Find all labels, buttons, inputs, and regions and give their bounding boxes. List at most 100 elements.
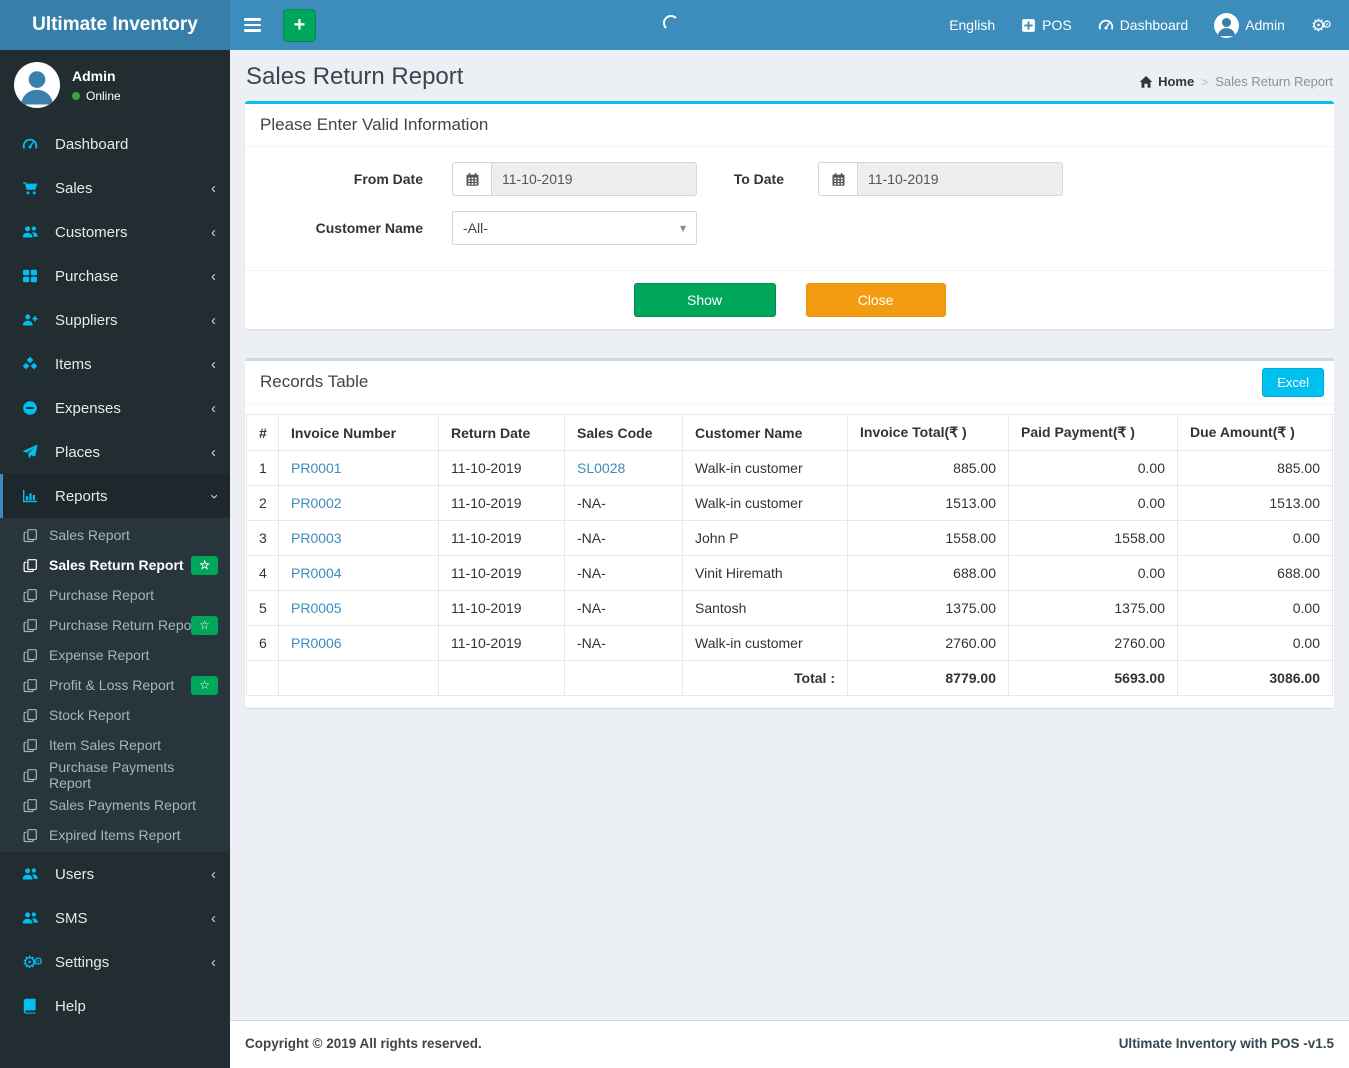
invoice-link[interactable]: PR0001 <box>291 460 342 476</box>
sidebar-toggle-button[interactable] <box>230 0 274 50</box>
nav-item-english[interactable]: English <box>936 0 1008 50</box>
sidebar-item-sales-payments-report[interactable]: Sales Payments Report <box>0 790 230 820</box>
sidebar-menu: Dashboard Sales ‹ Customers ‹ Purchase ‹ Suppli… <box>0 122 230 1028</box>
records-box-title: Records Table <box>260 372 369 391</box>
cart-icon <box>22 180 40 196</box>
sidebar-subitem-label: Item Sales Report <box>49 737 162 753</box>
sidebar-item-expired-items-report[interactable]: Expired Items Report <box>0 820 230 850</box>
sidebar-item-profit-loss-report[interactable]: Profit & Loss Report ☆ <box>0 670 230 700</box>
table-row: 4 PR0004 11-10-2019 -NA- Vinit Hiremath 688.0… <box>246 555 1333 591</box>
sidebar-item-expenses[interactable]: Expenses ‹ <box>0 386 230 430</box>
sidebar-item-sales[interactable]: Sales ‹ <box>0 166 230 210</box>
chevron-left-icon: ‹ <box>211 267 216 285</box>
sales-code-link[interactable]: SL0028 <box>577 460 625 476</box>
sidebar-item-reports[interactable]: Reports ‹ <box>0 474 230 518</box>
sidebar-item-label: Customers <box>55 223 128 241</box>
filter-box-header: Please Enter Valid Information <box>245 104 1334 147</box>
star-badge: ☆ <box>191 615 218 635</box>
close-button[interactable]: Close <box>805 283 946 317</box>
sidebar-item-sales-return-report[interactable]: Sales Return Report ☆ <box>0 550 230 580</box>
sidebar-item-items[interactable]: Items ‹ <box>0 342 230 386</box>
table-row: 2 PR0002 11-10-2019 -NA- Walk-in customer 151… <box>246 485 1333 521</box>
sidebar-item-suppliers[interactable]: Suppliers ‹ <box>0 298 230 342</box>
cell-invoice-number: PR0002 <box>278 485 439 521</box>
user-name: Admin <box>72 67 116 84</box>
cell-row-number: 2 <box>246 485 279 521</box>
breadcrumb: Home > Sales Return Report <box>1139 74 1333 89</box>
table-row: 5 PR0005 11-10-2019 -NA- Santosh 1375.00 1375.… <box>246 590 1333 626</box>
sidebar: Admin Online Dashboard Sales ‹ Customers ‹ Pu… <box>0 50 230 1068</box>
sidebar-item-help[interactable]: Help <box>0 984 230 1028</box>
chevron-left-icon: ‹ <box>211 179 216 197</box>
cell-customer-name: Santosh <box>682 590 848 626</box>
content-header: Sales Return Report Home > Sales Return … <box>230 50 1349 101</box>
invoice-link[interactable]: PR0006 <box>291 635 342 651</box>
sidebar-item-expense-report[interactable]: Expense Report <box>0 640 230 670</box>
sidebar-item-dashboard[interactable]: Dashboard <box>0 122 230 166</box>
star-badge: ☆ <box>191 555 218 575</box>
sidebar-item-label: Suppliers <box>55 311 118 329</box>
sidebar-subitem-label: Purchase Report <box>49 587 155 603</box>
column-header-invoice-number: Invoice Number <box>278 414 439 451</box>
online-status-label: Online <box>86 88 121 103</box>
content: Please Enter Valid Information From Date… <box>230 101 1349 708</box>
invoice-link[interactable]: PR0005 <box>291 600 342 616</box>
cell-invoice-number: PR0003 <box>278 520 439 556</box>
quick-add-button[interactable]: + <box>283 8 316 42</box>
cell-customer-name: John P <box>682 520 848 556</box>
page-footer: Ultimate Inventory with POS -v1.5 Copyri… <box>230 1020 1349 1068</box>
customer-name-select[interactable]: -All- ▾ <box>452 211 697 245</box>
show-button[interactable]: Show <box>633 283 776 317</box>
sidebar-item-purchase-payments-report[interactable]: Purchase Payments Report <box>0 759 230 791</box>
cell-invoice-total: 1375.00 <box>847 590 1009 626</box>
nav-item-settings[interactable]: ⚙ ⚙ <box>1298 0 1345 50</box>
invoice-link[interactable]: PR0003 <box>291 530 342 546</box>
reports-submenu: Sales Report Sales Return Report ☆ Purchase… <box>0 518 230 852</box>
nav-item-admin[interactable]: Admin <box>1201 0 1298 50</box>
sidebar-item-sms[interactable]: SMS ‹ <box>0 896 230 940</box>
sidebar-item-label: Sales <box>55 179 93 197</box>
cell-invoice-number: PR0004 <box>278 555 439 591</box>
sidebar-item-sales-report[interactable]: Sales Report <box>0 520 230 550</box>
book-icon <box>22 998 40 1014</box>
table-total-row: Total :8779.00 5693.00 3086.00 <box>246 660 1333 696</box>
sidebar-item-customers[interactable]: Customers ‹ <box>0 210 230 254</box>
cogs-icon: ⚙ ⚙ <box>22 952 44 972</box>
sidebar-item-purchase[interactable]: Purchase ‹ <box>0 254 230 298</box>
chevron-left-icon: ‹ <box>211 865 216 883</box>
records-box-body: # Invoice Number Return Date Sales Code Cust… <box>245 404 1334 708</box>
sidebar-item-places[interactable]: Places ‹ <box>0 430 230 474</box>
cell-row-number: 3 <box>246 520 279 556</box>
cell-invoice-number: PR0005 <box>278 590 439 626</box>
table-row: 1 PR0001 11-10-2019 SL0028 Walk-in customer 8… <box>246 450 1333 486</box>
breadcrumb-home[interactable]: Home <box>1139 74 1194 89</box>
nav-item-dashboard[interactable]: Dashboard <box>1085 0 1202 50</box>
bar-chart-icon <box>22 488 40 504</box>
from-date-label: From Date <box>353 171 423 187</box>
navbar-menu: English POS Dashboard Admin ⚙ ⚙ <box>936 0 1345 50</box>
sidebar-item-item-sales-report[interactable]: Item Sales Report <box>0 730 230 760</box>
excel-export-button[interactable]: Excel <box>1262 368 1324 397</box>
brand-logo[interactable]: Ultimate Inventory <box>0 0 230 50</box>
nav-item-label: Admin <box>1245 17 1285 33</box>
sidebar-item-label: Expenses <box>55 399 121 417</box>
cell-invoice-total: 885.00 <box>847 450 1009 486</box>
sidebar-item-settings[interactable]: ⚙ ⚙ Settings ‹ <box>0 940 230 984</box>
cell-empty <box>278 660 439 696</box>
user-panel: Admin Online <box>0 50 230 122</box>
sidebar-item-users[interactable]: Users ‹ <box>0 852 230 896</box>
to-date-input[interactable] <box>857 162 1063 196</box>
gears-icon: ⚙ ⚙ <box>1310 15 1332 35</box>
loading-spinner-icon <box>663 15 679 31</box>
sidebar-item-stock-report[interactable]: Stock Report <box>0 700 230 730</box>
nav-item-pos[interactable]: POS <box>1008 0 1085 50</box>
invoice-link[interactable]: PR0004 <box>291 565 342 581</box>
sidebar-item-purchase-report[interactable]: Purchase Report <box>0 580 230 610</box>
cell-invoice-total: 1513.00 <box>847 485 1009 521</box>
cell-row-number: 5 <box>246 590 279 626</box>
sidebar-item-purchase-return-report[interactable]: Purchase Return Report ☆ <box>0 610 230 640</box>
cell-empty <box>438 660 565 696</box>
invoice-link[interactable]: PR0002 <box>291 495 342 511</box>
from-date-group <box>452 162 697 196</box>
from-date-input[interactable] <box>491 162 697 196</box>
